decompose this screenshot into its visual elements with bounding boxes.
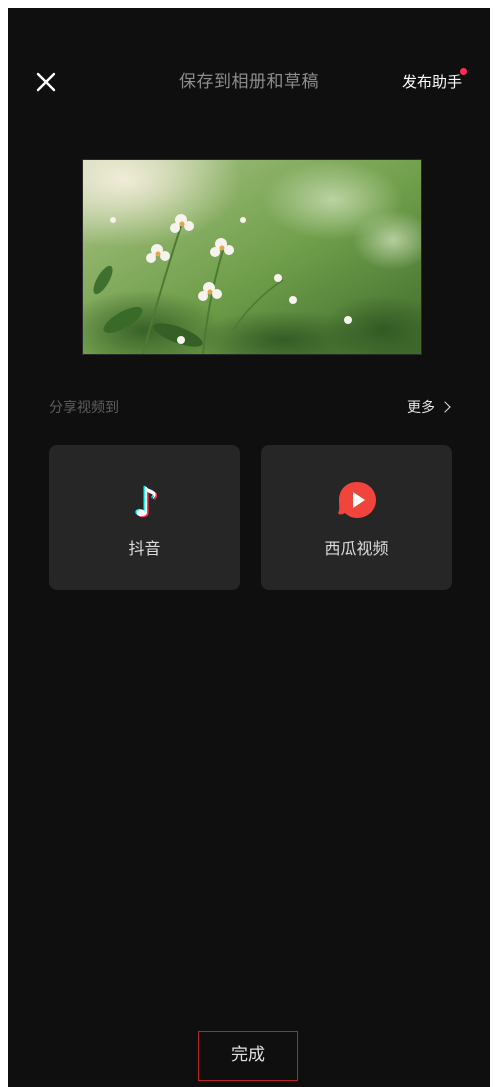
more-label: 更多 [407, 400, 435, 416]
xigua-video-icon [337, 482, 376, 518]
douyin-label: 抖音 [128, 539, 161, 558]
publish-assistant-button[interactable]: 发布助手 [401, 68, 467, 94]
save-complete-screen: 保存到相册和草稿 发布助手 分享视频到 更多 ♪ ♪ ♪ 抖音 西瓜视频 完成 [8, 8, 490, 1087]
svg-text:♪: ♪ [133, 480, 159, 523]
share-section-label: 分享视频到 [49, 400, 119, 416]
done-button[interactable]: 完成 [198, 1031, 298, 1081]
share-to-xigua-card[interactable]: 西瓜视频 [261, 445, 452, 590]
douyin-icon: ♪ ♪ ♪ [132, 479, 161, 523]
publish-assistant-label: 发布助手 [401, 73, 462, 91]
video-preview[interactable] [82, 159, 422, 355]
video-thumbnail [83, 160, 421, 354]
xigua-video-label: 西瓜视频 [324, 539, 389, 558]
more-share-options-link[interactable]: 更多 [407, 398, 451, 418]
share-to-douyin-card[interactable]: ♪ ♪ ♪ 抖音 [49, 445, 240, 590]
notification-dot [460, 68, 467, 75]
chevron-right-icon [439, 401, 451, 413]
